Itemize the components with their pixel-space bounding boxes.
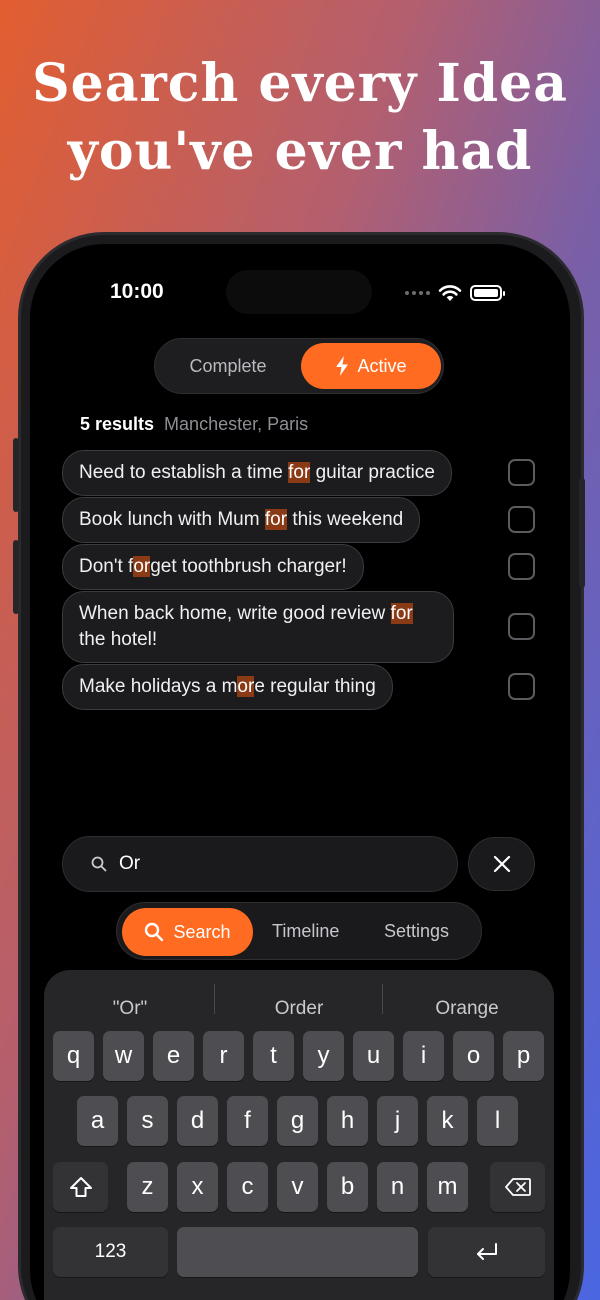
- key[interactable]: s: [127, 1096, 168, 1146]
- filter-segmented-control: Complete Active: [154, 338, 444, 394]
- search-input[interactable]: Or: [62, 836, 458, 892]
- backspace-icon: [504, 1178, 531, 1196]
- dynamic-island: [226, 270, 372, 314]
- match-highlight: for: [288, 462, 311, 483]
- close-icon: [493, 855, 510, 873]
- idea-text: get toothbrush charger!: [150, 556, 347, 577]
- tab-bar: Search Timeline Settings: [116, 902, 482, 960]
- search-query: Or: [119, 853, 141, 874]
- shift-key[interactable]: [53, 1162, 108, 1212]
- signal-icon: [405, 291, 430, 295]
- idea-checkbox[interactable]: [508, 553, 535, 580]
- idea-text: guitar practice: [310, 462, 435, 483]
- battery-icon: [470, 285, 505, 301]
- key[interactable]: h: [327, 1096, 368, 1146]
- tab-timeline-label: Timeline: [272, 920, 340, 941]
- shift-icon: [69, 1177, 92, 1197]
- headline-line-1: Search every Idea: [32, 53, 568, 114]
- return-icon: [476, 1243, 497, 1260]
- idea-checkbox[interactable]: [508, 459, 535, 486]
- idea-text: this weekend: [287, 509, 404, 530]
- idea-item[interactable]: Don't forget toothbrush charger!: [62, 544, 364, 590]
- space-key[interactable]: [177, 1227, 418, 1277]
- key[interactable]: p: [503, 1031, 544, 1081]
- key[interactable]: j: [377, 1096, 418, 1146]
- suggestion[interactable]: "Or": [46, 998, 214, 1020]
- search-icon: [91, 856, 107, 872]
- key[interactable]: q: [53, 1031, 94, 1081]
- idea-text: Don't f: [79, 556, 134, 577]
- idea-item[interactable]: When back home, write good review for th…: [62, 591, 454, 663]
- idea-item[interactable]: Need to establish a time for guitar prac…: [62, 450, 452, 496]
- key[interactable]: z: [127, 1162, 168, 1212]
- status-indicators: [405, 282, 505, 304]
- idea-item[interactable]: Make holidays a more regular thing: [62, 664, 393, 710]
- key[interactable]: b: [327, 1162, 368, 1212]
- idea-text: When back home, write good review: [79, 603, 391, 624]
- filter-complete-button[interactable]: Complete: [155, 339, 301, 393]
- idea-text: Make holidays a m: [79, 676, 238, 697]
- key[interactable]: c: [227, 1162, 268, 1212]
- wifi-icon: [438, 285, 462, 301]
- search-icon: [145, 922, 164, 942]
- filter-active-label: Active: [357, 355, 407, 376]
- idea-checkbox[interactable]: [508, 613, 535, 640]
- key[interactable]: y: [303, 1031, 344, 1081]
- suggestion[interactable]: Order: [215, 998, 383, 1020]
- suggestion[interactable]: Orange: [383, 998, 551, 1020]
- idea-checkbox[interactable]: [508, 506, 535, 533]
- tab-search-label: Search: [173, 921, 231, 942]
- key[interactable]: g: [277, 1096, 318, 1146]
- volume-button: [13, 540, 19, 614]
- power-button: [579, 478, 585, 588]
- idea-item[interactable]: Book lunch with Mum for this weekend: [62, 497, 421, 543]
- idea-checkbox[interactable]: [508, 673, 535, 700]
- key[interactable]: u: [353, 1031, 394, 1081]
- filter-complete-label: Complete: [189, 355, 267, 376]
- key[interactable]: a: [77, 1096, 118, 1146]
- bolt-icon: [336, 356, 349, 376]
- key[interactable]: o: [453, 1031, 494, 1081]
- key[interactable]: n: [377, 1162, 418, 1212]
- key[interactable]: x: [177, 1162, 218, 1212]
- tab-timeline[interactable]: Timeline: [272, 903, 339, 959]
- results-locations: Manchester, Paris: [164, 414, 309, 434]
- idea-text: Book lunch with Mum: [79, 509, 265, 530]
- key[interactable]: r: [203, 1031, 244, 1081]
- key[interactable]: d: [177, 1096, 218, 1146]
- results-count: 5 results: [80, 414, 155, 434]
- return-key[interactable]: [428, 1227, 545, 1277]
- key[interactable]: w: [103, 1031, 144, 1081]
- idea-text: Need to establish a time: [79, 462, 289, 483]
- results-summary: 5 results Manchester, Paris: [80, 414, 308, 435]
- key[interactable]: i: [403, 1031, 444, 1081]
- backspace-key[interactable]: [490, 1162, 545, 1212]
- match-highlight: for: [264, 509, 288, 530]
- match-highlight: for: [390, 603, 413, 624]
- headline-line-2: you've ever had: [67, 121, 533, 182]
- tab-settings[interactable]: Settings: [384, 903, 449, 959]
- tab-settings-label: Settings: [384, 920, 450, 941]
- match-highlight: or: [237, 676, 255, 697]
- key[interactable]: k: [427, 1096, 468, 1146]
- key[interactable]: l: [477, 1096, 518, 1146]
- key[interactable]: e: [153, 1031, 194, 1081]
- numbers-key[interactable]: 123: [53, 1227, 168, 1277]
- action-button: [13, 438, 19, 512]
- tab-search[interactable]: Search: [122, 908, 253, 956]
- headline: Search every Idea you've ever had: [0, 50, 600, 186]
- key[interactable]: t: [253, 1031, 294, 1081]
- filter-active-button[interactable]: Active: [301, 343, 441, 389]
- clear-search-button[interactable]: [468, 837, 535, 891]
- key[interactable]: v: [277, 1162, 318, 1212]
- key[interactable]: m: [427, 1162, 468, 1212]
- key[interactable]: f: [227, 1096, 268, 1146]
- status-time: 10:00: [110, 280, 164, 303]
- match-highlight: or: [133, 556, 151, 577]
- idea-text: the hotel!: [79, 629, 158, 650]
- idea-text: e regular thing: [254, 676, 376, 697]
